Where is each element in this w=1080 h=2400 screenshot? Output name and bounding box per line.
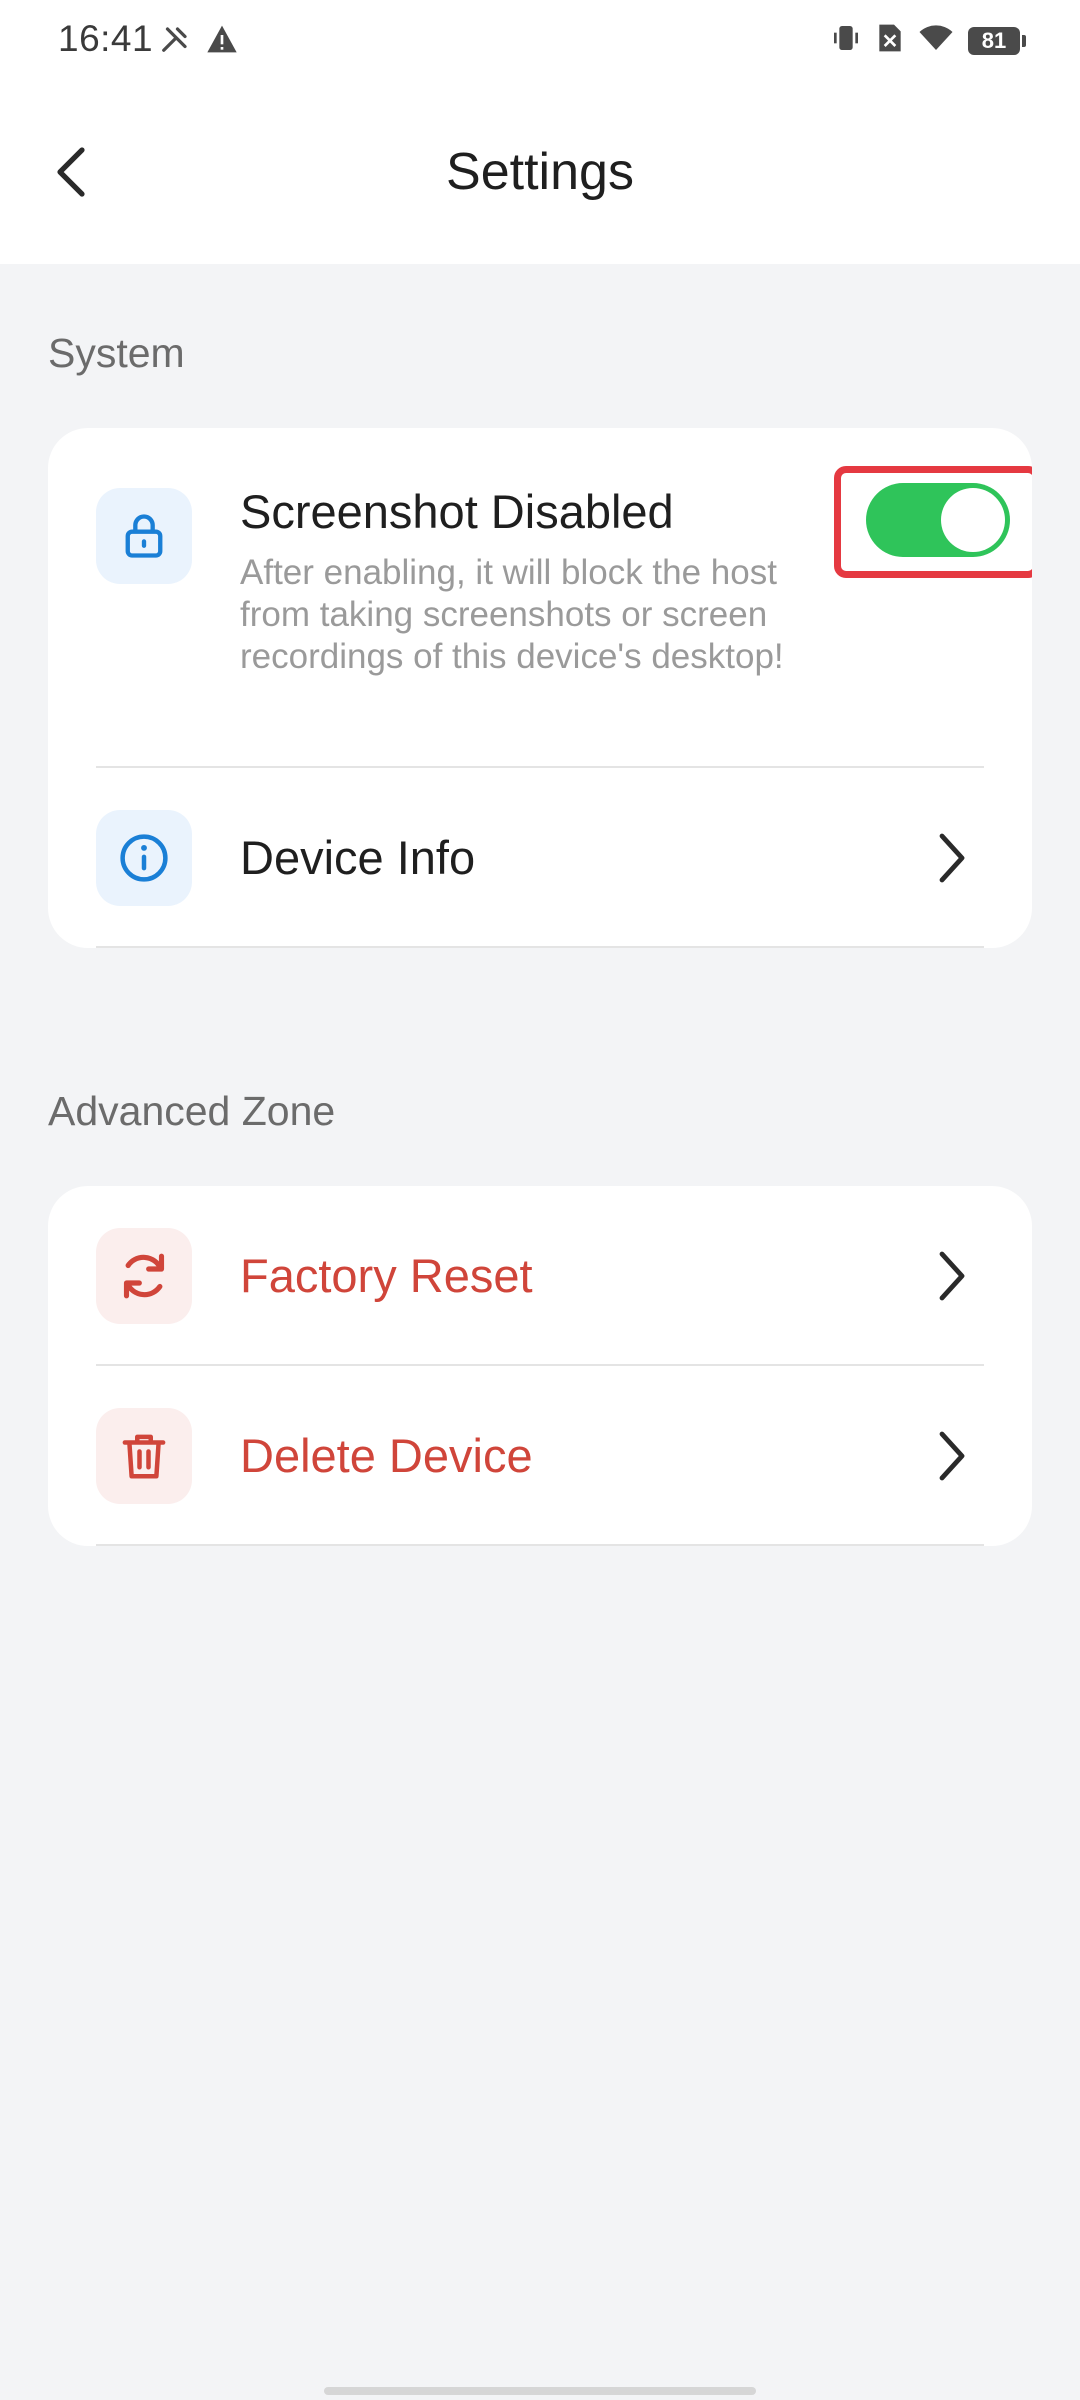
battery-icon: 81 (968, 26, 1026, 55)
section-title-system: System (48, 330, 185, 376)
vibrate-icon (830, 22, 862, 59)
trash-icon (96, 1408, 192, 1504)
screenshot-label: Screenshot Disabled (240, 485, 674, 538)
divider (96, 1544, 984, 1546)
system-card: Screenshot Disabled After enabling, it w… (48, 428, 1032, 948)
device-info-label: Device Info (240, 831, 476, 884)
wifi-icon (918, 23, 954, 58)
chevron-right-icon (932, 1246, 972, 1306)
header: Settings (0, 84, 1080, 264)
status-time: 16:41 (58, 18, 154, 59)
warning-icon (206, 24, 238, 59)
info-icon (96, 810, 192, 906)
tools-icon (160, 24, 190, 59)
screenshot-description: After enabling, it will block the host f… (240, 553, 784, 676)
chevron-right-icon (932, 1426, 972, 1486)
no-sim-icon (876, 22, 904, 59)
delete-device-row[interactable]: Delete Device (48, 1366, 1032, 1546)
page-title: Settings (446, 143, 634, 201)
device-info-row[interactable]: Device Info (48, 768, 1032, 948)
chevron-right-icon (932, 828, 972, 888)
delete-device-label: Delete Device (240, 1429, 533, 1482)
factory-reset-label: Factory Reset (240, 1249, 533, 1302)
toggle-knob (941, 488, 1005, 552)
divider (96, 946, 984, 948)
screenshot-toggle[interactable] (866, 483, 1010, 557)
battery-level: 81 (981, 27, 1007, 53)
section-title-advanced: Advanced Zone (48, 1088, 336, 1134)
screenshot-row: Screenshot Disabled After enabling, it w… (48, 428, 1032, 768)
status-bar: 16:41 81 (0, 0, 1080, 84)
home-indicator[interactable] (324, 2387, 756, 2395)
factory-reset-row[interactable]: Factory Reset (48, 1186, 1032, 1366)
refresh-icon (96, 1228, 192, 1324)
lock-icon (96, 488, 192, 584)
advanced-card: Factory Reset Delete Device (48, 1186, 1032, 1546)
